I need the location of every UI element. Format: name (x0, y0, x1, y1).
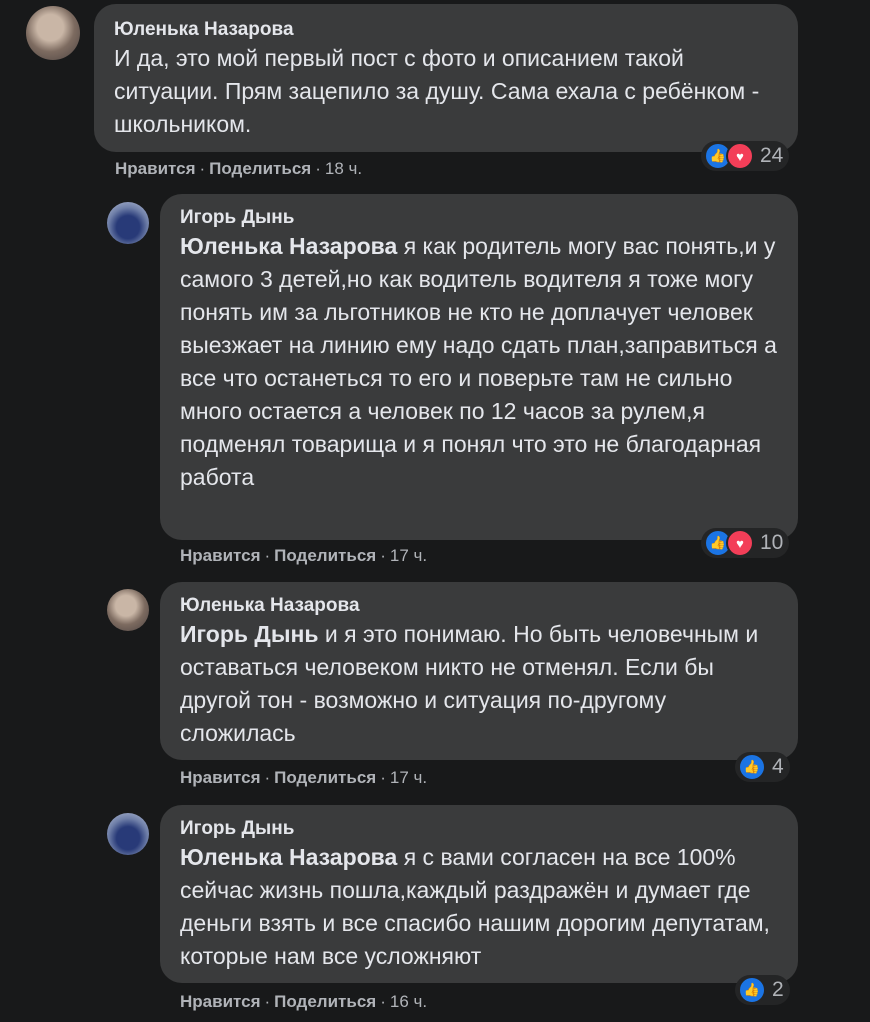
share-button[interactable]: Поделиться (274, 768, 376, 787)
like-button[interactable]: Нравится (180, 768, 261, 787)
comment-author[interactable]: Юленька Назарова (114, 18, 780, 42)
share-button[interactable]: Поделиться (274, 992, 376, 1011)
avatar[interactable] (107, 202, 149, 244)
comment-bubble: Юленька Назарова Игорь Дынь и я это пони… (160, 582, 798, 760)
comment-text: Юленька Назарова я с вами согласен на вс… (180, 844, 770, 969)
reactions-summary[interactable]: 👍 ♥ 10 (701, 528, 790, 558)
mention-link[interactable]: Юленька Назарова (180, 844, 397, 870)
share-button[interactable]: Поделиться (209, 159, 311, 178)
reaction-count: 24 (760, 144, 784, 167)
comment-author[interactable]: Игорь Дынь (180, 206, 780, 230)
like-button[interactable]: Нравится (180, 546, 261, 565)
comment-actions: Нравится · Поделиться · 18 ч. (115, 159, 363, 178)
share-button[interactable]: Поделиться (274, 546, 376, 565)
comment-bubble: Игорь Дынь Юленька Назарова я как родите… (160, 194, 798, 540)
comment-text: И да, это мой первый пост с фото и описа… (114, 45, 760, 137)
reaction-count: 2 (772, 978, 784, 1001)
comment-time[interactable]: 17 ч. (390, 546, 427, 565)
like-icon: 👍 (738, 753, 766, 781)
avatar[interactable] (26, 6, 80, 60)
reaction-count: 4 (772, 755, 784, 778)
love-icon: ♥ (726, 142, 754, 170)
comment-actions: Нравится · Поделиться · 16 ч. (180, 992, 428, 1011)
comment-author[interactable]: Игорь Дынь (180, 817, 780, 841)
comment-actions: Нравится · Поделиться · 17 ч. (180, 768, 428, 787)
comment-time[interactable]: 16 ч. (390, 992, 427, 1011)
comment-bubble: Игорь Дынь Юленька Назарова я с вами сог… (160, 805, 798, 983)
love-icon: ♥ (726, 529, 754, 557)
mention-link[interactable]: Юленька Назарова (180, 233, 397, 259)
reactions-summary[interactable]: 👍 4 (735, 752, 790, 782)
comment-text: Игорь Дынь и я это понимаю. Но быть чело… (180, 621, 759, 746)
like-button[interactable]: Нравится (115, 159, 196, 178)
mention-link[interactable]: Игорь Дынь (180, 621, 319, 647)
comment-actions: Нравится · Поделиться · 17 ч. (180, 546, 428, 565)
reaction-count: 10 (760, 531, 784, 554)
comment-author[interactable]: Юленька Назарова (180, 594, 780, 618)
like-icon: 👍 (738, 976, 766, 1004)
comment-text: Юленька Назарова я как родитель могу вас… (180, 233, 777, 490)
comment-time[interactable]: 18 ч. (325, 159, 362, 178)
avatar[interactable] (107, 589, 149, 631)
avatar[interactable] (107, 813, 149, 855)
like-button[interactable]: Нравится (180, 992, 261, 1011)
comment-time[interactable]: 17 ч. (390, 768, 427, 787)
comment-bubble: Юленька Назарова И да, это мой первый по… (94, 4, 798, 152)
reactions-summary[interactable]: 👍 2 (735, 975, 790, 1005)
reactions-summary[interactable]: 👍 ♥ 24 (701, 141, 790, 171)
